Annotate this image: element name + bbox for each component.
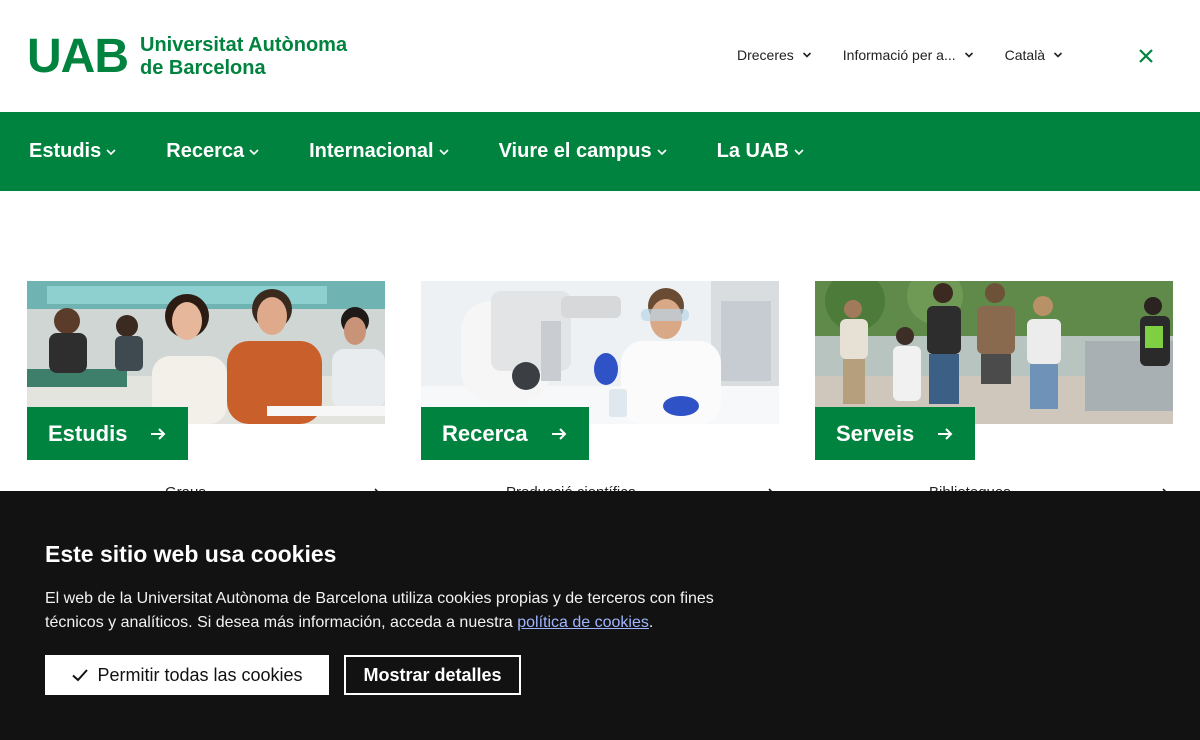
card-label: Estudis — [48, 420, 128, 446]
show-details-button[interactable]: Mostrar detalles — [344, 655, 521, 695]
arrow-right-icon — [938, 427, 953, 440]
show-details-label: Mostrar detalles — [363, 664, 502, 685]
card-estudis: Estudis Graus — [27, 281, 385, 501]
allow-all-label: Permitir todas las cookies — [97, 664, 303, 685]
main-navigation: Estudis Recerca Internacional Viure el c… — [0, 112, 1200, 191]
chevron-down-icon — [249, 148, 259, 155]
arrow-right-icon — [151, 427, 166, 440]
uab-logo[interactable]: UAB Universitat Autònoma de Barcelona — [27, 30, 347, 83]
logo-line-2: de Barcelona — [140, 57, 266, 79]
info-for-dropdown[interactable]: Informació per a... — [843, 47, 974, 63]
chevron-down-icon — [106, 148, 116, 155]
site-header: UAB Universitat Autònoma de Barcelona Dr… — [0, 0, 1200, 112]
card-recerca-button[interactable]: Recerca — [421, 407, 589, 460]
logo-mark: UAB — [27, 30, 129, 83]
logo-line-1: Universitat Autònoma — [140, 34, 348, 56]
arrow-right-icon — [551, 427, 567, 440]
chevron-down-icon — [802, 52, 811, 58]
nav-item-label: Viure el campus — [498, 140, 652, 162]
nav-item-label: La UAB — [716, 140, 789, 162]
shortcuts-dropdown[interactable]: Dreceres — [737, 47, 812, 63]
nav-item-label: Estudis — [29, 140, 102, 162]
nav-item-la-uab[interactable]: La UAB — [717, 140, 805, 163]
chevron-down-icon — [1054, 52, 1063, 58]
allow-all-cookies-button[interactable]: Permitir todas las cookies — [45, 655, 329, 695]
cookie-text-end: . — [648, 614, 654, 631]
card-serveis-button[interactable]: Serveis — [815, 407, 976, 460]
shortcuts-label: Dreceres — [737, 47, 794, 63]
card-label: Recerca — [442, 420, 528, 446]
logo-text: Universitat Autònoma de Barcelona — [140, 34, 347, 80]
nav-item-estudis[interactable]: Estudis — [29, 140, 117, 163]
lab-microscope-photo[interactable] — [421, 281, 779, 424]
chevron-down-icon — [657, 148, 667, 155]
card-serveis: Serveis Biblioteques — [815, 281, 1173, 501]
language-dropdown[interactable]: Català — [1005, 47, 1063, 63]
chevron-down-icon — [964, 52, 973, 58]
card-label: Serveis — [836, 420, 915, 446]
nav-item-internacional[interactable]: Internacional — [309, 140, 449, 163]
chevron-down-icon — [439, 148, 449, 155]
chevron-down-icon — [794, 148, 804, 155]
cookie-policy-link[interactable]: política de cookies — [517, 614, 649, 631]
utility-links: Dreceres Informació per a... Català — [737, 47, 1063, 63]
nav-item-label: Internacional — [309, 140, 434, 162]
nav-item-viure-el-campus[interactable]: Viure el campus — [499, 140, 668, 163]
card-estudis-button[interactable]: Estudis — [27, 407, 189, 460]
close-icon[interactable] — [1137, 47, 1155, 65]
check-icon — [72, 669, 89, 682]
cookie-title: Este sitio web usa cookies — [45, 541, 337, 567]
students-classroom-photo[interactable] — [27, 281, 385, 424]
language-label: Català — [1004, 47, 1046, 63]
students-walking-campus-photo[interactable] — [815, 281, 1173, 424]
info-for-label: Informació per a... — [842, 47, 956, 63]
nav-item-label: Recerca — [166, 140, 245, 162]
cookie-text: El web de la Universitat Autònoma de Bar… — [45, 587, 775, 635]
nav-item-recerca[interactable]: Recerca — [166, 140, 260, 163]
cookie-banner: Este sitio web usa cookies El web de la … — [0, 491, 1200, 740]
card-recerca: Recerca Producció científica — [421, 281, 779, 501]
